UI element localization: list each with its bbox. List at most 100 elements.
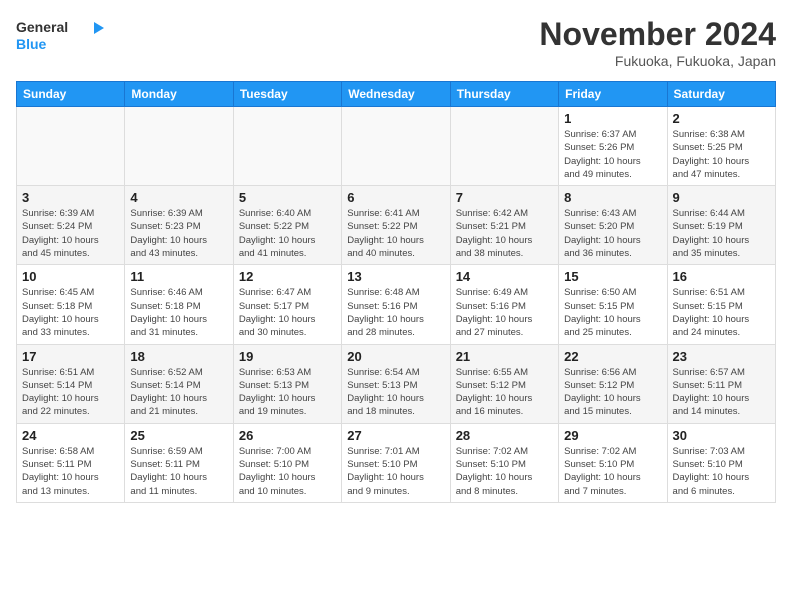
weekday-header: Thursday	[450, 82, 558, 107]
day-info: Sunrise: 6:54 AM Sunset: 5:13 PM Dayligh…	[347, 366, 444, 419]
calendar-day-cell	[450, 107, 558, 186]
day-number: 10	[22, 269, 119, 284]
calendar-day-cell: 21 Sunrise: 6:55 AM Sunset: 5:12 PM Dayli…	[450, 344, 558, 423]
day-info: Sunrise: 6:41 AM Sunset: 5:22 PM Dayligh…	[347, 207, 444, 260]
day-number: 9	[673, 190, 770, 205]
calendar-week-row: 3 Sunrise: 6:39 AM Sunset: 5:24 PM Daylig…	[17, 186, 776, 265]
calendar-day-cell: 1Sunrise: 6:37 AM Sunset: 5:26 PM Daylig…	[559, 107, 667, 186]
calendar-week-row: 1Sunrise: 6:37 AM Sunset: 5:26 PM Daylig…	[17, 107, 776, 186]
title-block: November 2024 Fukuoka, Fukuoka, Japan	[539, 16, 776, 69]
day-number: 6	[347, 190, 444, 205]
day-info: Sunrise: 6:39 AM Sunset: 5:24 PM Dayligh…	[22, 207, 119, 260]
day-info: Sunrise: 7:02 AM Sunset: 5:10 PM Dayligh…	[564, 445, 661, 498]
day-info: Sunrise: 6:49 AM Sunset: 5:16 PM Dayligh…	[456, 286, 553, 339]
calendar-day-cell: 27Sunrise: 7:01 AM Sunset: 5:10 PM Dayli…	[342, 423, 450, 502]
day-number: 26	[239, 428, 336, 443]
day-number: 25	[130, 428, 227, 443]
calendar-day-cell: 15 Sunrise: 6:50 AM Sunset: 5:15 PM Dayli…	[559, 265, 667, 344]
day-info: Sunrise: 6:55 AM Sunset: 5:12 PM Dayligh…	[456, 366, 553, 419]
calendar-day-cell	[233, 107, 341, 186]
day-info: Sunrise: 6:56 AM Sunset: 5:12 PM Dayligh…	[564, 366, 661, 419]
calendar-day-cell: 22 Sunrise: 6:56 AM Sunset: 5:12 PM Dayli…	[559, 344, 667, 423]
day-number: 2	[673, 111, 770, 126]
day-info: Sunrise: 6:42 AM Sunset: 5:21 PM Dayligh…	[456, 207, 553, 260]
day-number: 14	[456, 269, 553, 284]
page-header: General Blue November 2024 Fukuoka, Fuku…	[16, 16, 776, 69]
calendar-day-cell: 29Sunrise: 7:02 AM Sunset: 5:10 PM Dayli…	[559, 423, 667, 502]
day-number: 5	[239, 190, 336, 205]
calendar-day-cell: 24 Sunrise: 6:58 AM Sunset: 5:11 PM Dayli…	[17, 423, 125, 502]
weekday-header-row: SundayMondayTuesdayWednesdayThursdayFrid…	[17, 82, 776, 107]
weekday-header: Friday	[559, 82, 667, 107]
day-number: 8	[564, 190, 661, 205]
day-info: Sunrise: 6:45 AM Sunset: 5:18 PM Dayligh…	[22, 286, 119, 339]
day-info: Sunrise: 6:47 AM Sunset: 5:17 PM Dayligh…	[239, 286, 336, 339]
day-info: Sunrise: 7:03 AM Sunset: 5:10 PM Dayligh…	[673, 445, 770, 498]
svg-text:General: General	[16, 19, 68, 35]
calendar-day-cell: 23 Sunrise: 6:57 AM Sunset: 5:11 PM Dayli…	[667, 344, 775, 423]
day-info: Sunrise: 6:38 AM Sunset: 5:25 PM Dayligh…	[673, 128, 770, 181]
day-number: 24	[22, 428, 119, 443]
day-number: 22	[564, 349, 661, 364]
calendar-day-cell: 6 Sunrise: 6:41 AM Sunset: 5:22 PM Daylig…	[342, 186, 450, 265]
day-number: 23	[673, 349, 770, 364]
calendar-day-cell: 25 Sunrise: 6:59 AM Sunset: 5:11 PM Dayli…	[125, 423, 233, 502]
calendar-day-cell: 16Sunrise: 6:51 AM Sunset: 5:15 PM Dayli…	[667, 265, 775, 344]
calendar-day-cell: 17Sunrise: 6:51 AM Sunset: 5:14 PM Dayli…	[17, 344, 125, 423]
calendar-day-cell: 19 Sunrise: 6:53 AM Sunset: 5:13 PM Dayli…	[233, 344, 341, 423]
day-info: Sunrise: 6:53 AM Sunset: 5:13 PM Dayligh…	[239, 366, 336, 419]
day-info: Sunrise: 6:48 AM Sunset: 5:16 PM Dayligh…	[347, 286, 444, 339]
day-info: Sunrise: 7:01 AM Sunset: 5:10 PM Dayligh…	[347, 445, 444, 498]
month-title: November 2024	[539, 16, 776, 53]
calendar-day-cell: 12Sunrise: 6:47 AM Sunset: 5:17 PM Dayli…	[233, 265, 341, 344]
day-info: Sunrise: 6:51 AM Sunset: 5:14 PM Dayligh…	[22, 366, 119, 419]
calendar-day-cell: 7 Sunrise: 6:42 AM Sunset: 5:21 PM Daylig…	[450, 186, 558, 265]
day-info: Sunrise: 6:59 AM Sunset: 5:11 PM Dayligh…	[130, 445, 227, 498]
calendar-day-cell: 13 Sunrise: 6:48 AM Sunset: 5:16 PM Dayli…	[342, 265, 450, 344]
day-info: Sunrise: 6:43 AM Sunset: 5:20 PM Dayligh…	[564, 207, 661, 260]
calendar-day-cell	[342, 107, 450, 186]
day-info: Sunrise: 6:44 AM Sunset: 5:19 PM Dayligh…	[673, 207, 770, 260]
calendar-day-cell: 9 Sunrise: 6:44 AM Sunset: 5:19 PM Daylig…	[667, 186, 775, 265]
calendar-day-cell: 10 Sunrise: 6:45 AM Sunset: 5:18 PM Dayli…	[17, 265, 125, 344]
calendar-day-cell: 20 Sunrise: 6:54 AM Sunset: 5:13 PM Dayli…	[342, 344, 450, 423]
calendar-day-cell: 26 Sunrise: 7:00 AM Sunset: 5:10 PM Dayli…	[233, 423, 341, 502]
calendar-day-cell: 5 Sunrise: 6:40 AM Sunset: 5:22 PM Daylig…	[233, 186, 341, 265]
day-number: 3	[22, 190, 119, 205]
calendar-day-cell	[17, 107, 125, 186]
calendar-day-cell: 14 Sunrise: 6:49 AM Sunset: 5:16 PM Dayli…	[450, 265, 558, 344]
day-info: Sunrise: 6:40 AM Sunset: 5:22 PM Dayligh…	[239, 207, 336, 260]
day-info: Sunrise: 6:39 AM Sunset: 5:23 PM Dayligh…	[130, 207, 227, 260]
day-number: 28	[456, 428, 553, 443]
day-number: 4	[130, 190, 227, 205]
day-number: 19	[239, 349, 336, 364]
day-number: 13	[347, 269, 444, 284]
day-info: Sunrise: 6:52 AM Sunset: 5:14 PM Dayligh…	[130, 366, 227, 419]
logo-icon: General Blue	[16, 16, 106, 54]
day-info: Sunrise: 6:46 AM Sunset: 5:18 PM Dayligh…	[130, 286, 227, 339]
day-info: Sunrise: 6:37 AM Sunset: 5:26 PM Dayligh…	[564, 128, 661, 181]
day-info: Sunrise: 7:02 AM Sunset: 5:10 PM Dayligh…	[456, 445, 553, 498]
logo: General Blue	[16, 16, 106, 54]
calendar-table: SundayMondayTuesdayWednesdayThursdayFrid…	[16, 81, 776, 503]
day-number: 11	[130, 269, 227, 284]
location: Fukuoka, Fukuoka, Japan	[539, 53, 776, 69]
weekday-header: Wednesday	[342, 82, 450, 107]
day-number: 15	[564, 269, 661, 284]
calendar-day-cell: 18Sunrise: 6:52 AM Sunset: 5:14 PM Dayli…	[125, 344, 233, 423]
calendar-day-cell: 3 Sunrise: 6:39 AM Sunset: 5:24 PM Daylig…	[17, 186, 125, 265]
calendar-day-cell: 2 Sunrise: 6:38 AM Sunset: 5:25 PM Daylig…	[667, 107, 775, 186]
day-info: Sunrise: 6:58 AM Sunset: 5:11 PM Dayligh…	[22, 445, 119, 498]
day-info: Sunrise: 6:51 AM Sunset: 5:15 PM Dayligh…	[673, 286, 770, 339]
day-info: Sunrise: 6:50 AM Sunset: 5:15 PM Dayligh…	[564, 286, 661, 339]
calendar-week-row: 24 Sunrise: 6:58 AM Sunset: 5:11 PM Dayli…	[17, 423, 776, 502]
calendar-day-cell: 4 Sunrise: 6:39 AM Sunset: 5:23 PM Daylig…	[125, 186, 233, 265]
calendar-day-cell: 30Sunrise: 7:03 AM Sunset: 5:10 PM Dayli…	[667, 423, 775, 502]
day-number: 7	[456, 190, 553, 205]
day-info: Sunrise: 6:57 AM Sunset: 5:11 PM Dayligh…	[673, 366, 770, 419]
calendar-day-cell: 11 Sunrise: 6:46 AM Sunset: 5:18 PM Dayli…	[125, 265, 233, 344]
day-number: 21	[456, 349, 553, 364]
weekday-header: Saturday	[667, 82, 775, 107]
day-info: Sunrise: 7:00 AM Sunset: 5:10 PM Dayligh…	[239, 445, 336, 498]
day-number: 20	[347, 349, 444, 364]
